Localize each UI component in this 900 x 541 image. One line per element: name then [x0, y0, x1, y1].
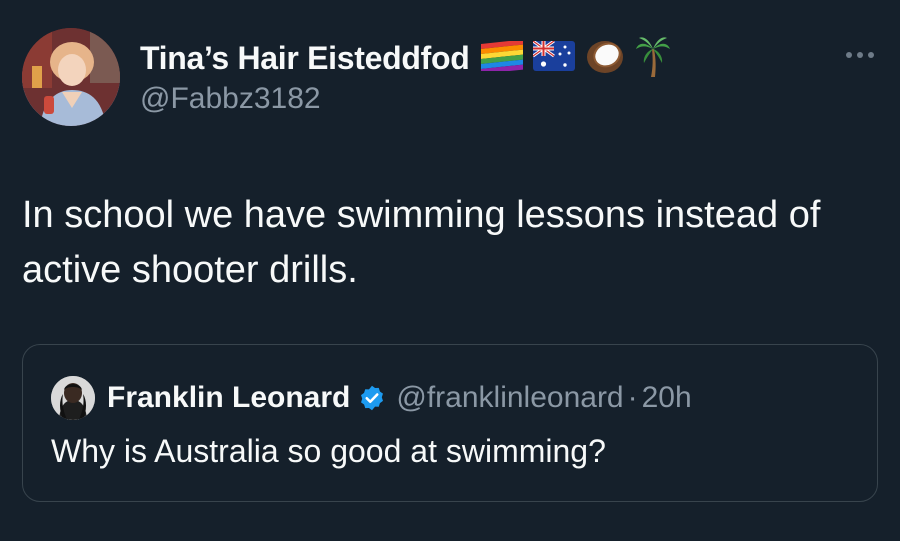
more-dot-icon: [846, 52, 852, 58]
quoted-separator: ·: [627, 381, 638, 414]
quoted-author-name[interactable]: Franklin Leonard: [107, 381, 350, 415]
quoted-tweet-header: Franklin Leonard @franklinleonard · 20h: [51, 375, 692, 421]
quoted-tweet-card[interactable]: Franklin Leonard @franklinleonard · 20h …: [22, 344, 878, 502]
author-display-name[interactable]: Tina’s Hair Eisteddfod: [140, 40, 470, 77]
palm-tree-icon: [635, 35, 671, 82]
australia-flag-icon: [532, 39, 576, 76]
more-dot-icon: [857, 52, 863, 58]
quoted-tweet-text: Why is Australia so good at swimming?: [51, 433, 606, 469]
author-header: Tina’s Hair Eisteddfod @Fabbz3182: [140, 36, 671, 116]
more-dot-icon: [868, 52, 874, 58]
author-handle[interactable]: @Fabbz3182: [140, 82, 671, 116]
display-name-row: Tina’s Hair Eisteddfod: [140, 36, 671, 80]
quoted-author-avatar[interactable]: [51, 376, 95, 420]
tweet-card: Tina’s Hair Eisteddfod @Fabbz3182 In sch…: [0, 0, 900, 541]
rainbow-flag-icon: [481, 39, 524, 76]
tweet-text: In school we have swimming lessons inste…: [22, 194, 821, 291]
more-options-button[interactable]: [846, 52, 874, 58]
coconut-icon: [585, 37, 625, 80]
author-avatar[interactable]: [22, 28, 120, 126]
quoted-timestamp[interactable]: 20h: [642, 381, 692, 415]
quoted-author-handle[interactable]: @franklinleonard: [396, 381, 623, 415]
verified-badge-icon: [358, 384, 386, 412]
name-emojis: [481, 35, 671, 82]
